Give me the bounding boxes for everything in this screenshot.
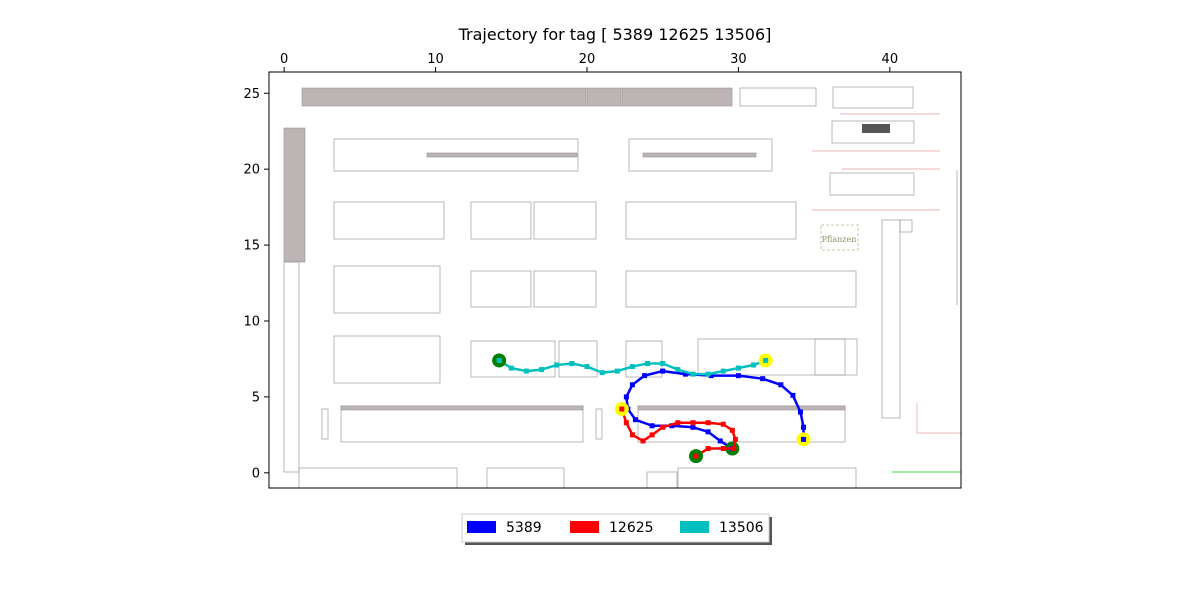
series-13506-point <box>645 361 651 367</box>
series-13506-point <box>629 364 635 370</box>
floor-row5-right-top <box>637 405 846 411</box>
series-13506-point <box>584 364 590 370</box>
y-tick-label: 15 <box>243 239 260 254</box>
legend-swatch-13506 <box>680 521 709 533</box>
series-5389-point <box>790 392 796 398</box>
series-5389-point <box>632 417 638 423</box>
y-tick-label: 20 <box>243 163 260 178</box>
series-13506-point <box>523 368 529 374</box>
series-13506-point <box>735 365 741 371</box>
series-5389-point <box>705 429 711 435</box>
series-12625-point <box>720 446 726 452</box>
legend-items: 5389 12625 13506 <box>467 520 764 536</box>
series-13506-end-point <box>763 357 769 363</box>
x-tick-label: 20 <box>579 52 596 67</box>
series-13506-point <box>705 371 711 377</box>
floor-row5-left-top <box>340 405 584 411</box>
series-12625-point <box>629 432 635 438</box>
y-tick-label: 5 <box>252 390 260 405</box>
x-tick-label: 0 <box>280 52 288 67</box>
floor-row1-left-stripe <box>426 152 578 158</box>
series-5389-point <box>717 438 723 444</box>
series-5389-point <box>735 373 741 379</box>
series-12625-end-point <box>619 406 625 412</box>
chart-title: Trajectory for tag [ 5389 12625 13506] <box>458 25 772 44</box>
series-13506-point <box>539 367 545 373</box>
series-12625-point <box>731 446 737 452</box>
series-12625-point <box>649 432 655 438</box>
legend-label-12625: 12625 <box>609 520 654 536</box>
y-tick-label: 25 <box>243 87 260 102</box>
series-13506-start-point <box>496 357 502 363</box>
series-13506-point <box>660 361 666 367</box>
legend-label-5389: 5389 <box>506 520 542 536</box>
series-5389-end-point <box>801 436 807 442</box>
series-5389-point <box>778 382 784 388</box>
floor-row1-right-stripe <box>642 152 757 158</box>
floor-left-wall-shelf <box>283 127 306 263</box>
floor-shelf-top-middle <box>586 87 622 107</box>
series-12625-point <box>640 438 646 444</box>
series-13506-point <box>508 365 514 371</box>
series-13506-point <box>751 362 757 368</box>
legend-swatch-12625 <box>570 521 599 533</box>
x-axis: 0 10 20 30 40 <box>280 52 898 72</box>
floor-shelf-top-right <box>621 87 733 107</box>
series-13506-point <box>690 371 696 377</box>
y-axis: 0 5 10 15 20 25 <box>243 87 269 481</box>
series-12625-point <box>690 420 696 426</box>
series-12625-point <box>732 436 738 442</box>
series-5389-point <box>629 382 635 388</box>
series-12625-point <box>675 420 681 426</box>
x-tick-label: 40 <box>882 52 899 67</box>
plot-area: Pflanzen <box>268 71 962 489</box>
series-12625-point <box>729 427 735 433</box>
series-13506-point <box>675 367 681 373</box>
series-5389-point <box>649 423 655 429</box>
legend-swatch-5389 <box>467 521 496 533</box>
series-13506-point <box>614 368 620 374</box>
series-5389-point <box>760 376 766 382</box>
floor-car-2-window <box>862 124 890 133</box>
y-tick-label: 0 <box>252 466 260 481</box>
series-5389-point <box>642 373 648 379</box>
series-12625-point <box>660 424 666 430</box>
y-tick-label: 10 <box>243 314 260 329</box>
series-12625-start-point <box>693 453 699 459</box>
series-12625-point <box>705 446 711 452</box>
series-12625-point <box>705 420 711 426</box>
series-13506-point <box>569 361 575 367</box>
floor-pflanzen-label: Pflanzen <box>822 235 857 244</box>
trajectory-chart: Trajectory for tag [ 5389 12625 13506] P… <box>243 25 962 545</box>
series-5389-point <box>623 394 629 400</box>
series-5389-point <box>690 424 696 430</box>
series-13506-point <box>599 370 605 376</box>
floor-shelf-top-left <box>301 87 587 107</box>
series-12625-point <box>623 420 629 426</box>
series-5389-point <box>801 424 807 430</box>
plot-background <box>269 72 961 488</box>
legend-label-13506: 13506 <box>719 520 764 536</box>
legend: 5389 12625 13506 <box>461 513 772 545</box>
series-13506-point <box>554 362 560 368</box>
x-tick-label: 30 <box>730 52 747 67</box>
series-5389-point <box>660 368 666 374</box>
series-13506-point <box>720 368 726 374</box>
series-12625-point <box>720 421 726 427</box>
series-5389-point <box>797 409 803 415</box>
x-tick-label: 10 <box>427 52 444 67</box>
